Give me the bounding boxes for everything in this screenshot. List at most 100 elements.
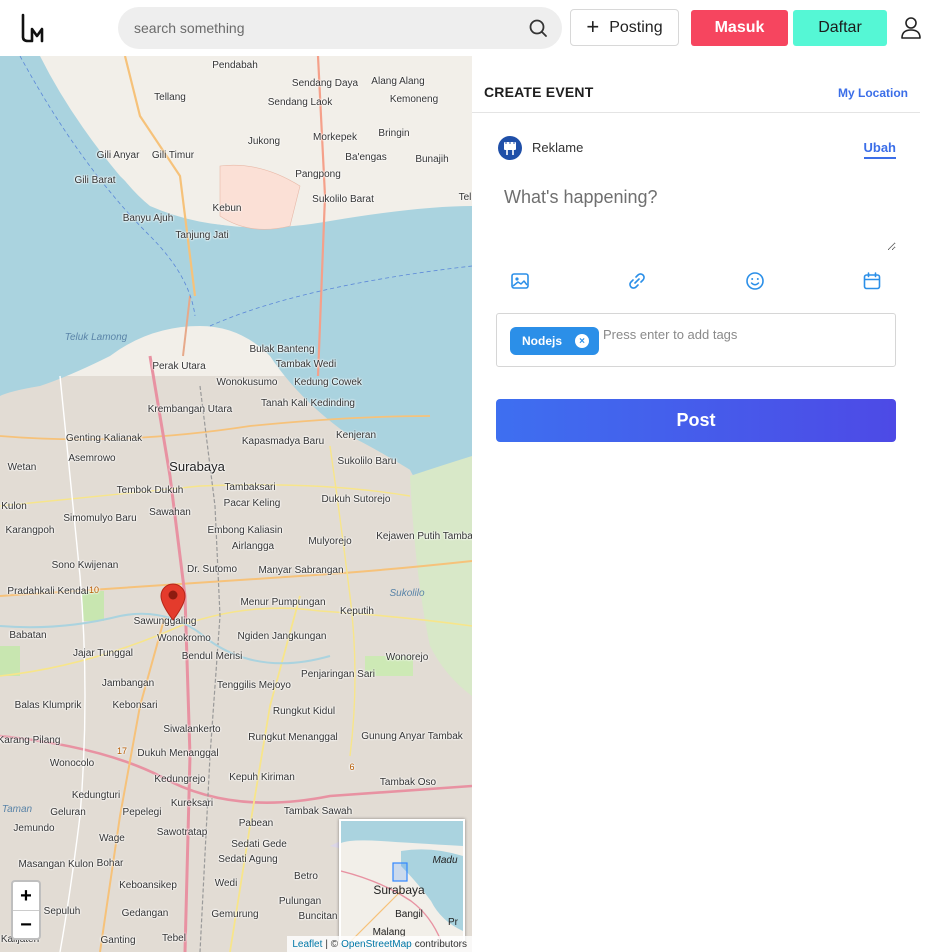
map-label: Tembok Dukuh <box>116 485 184 496</box>
map-label: Sono Kwijenan <box>51 560 119 571</box>
map-label: Sendang Laok <box>267 97 333 108</box>
map-label: Pacar Keling <box>223 498 281 509</box>
map-label: Sepuluh <box>43 906 81 917</box>
map-label: Mulyorejo <box>308 536 352 547</box>
map-label: Gemurung <box>211 909 259 920</box>
map-label: Tambaksari <box>224 482 276 493</box>
map-label: Kenjeran <box>335 430 377 441</box>
remove-tag-icon[interactable]: × <box>575 334 589 348</box>
map-label: Sukolilo Barat <box>312 194 374 205</box>
map-label: 17 <box>116 746 128 756</box>
map-label: Pabean <box>238 818 274 829</box>
map-label: Bendul Merisi <box>181 651 243 662</box>
map-label: Dukuh Sutorejo <box>321 494 391 505</box>
minimap-label: Bangil <box>395 909 423 920</box>
login-button[interactable]: Masuk <box>691 10 788 46</box>
map-label: Gedangan <box>121 908 169 919</box>
map-label: Rungkut Menanggal <box>248 732 338 743</box>
map-label: Sawahan <box>149 507 191 518</box>
minimap-label: Surabaya <box>373 883 425 897</box>
osm-link[interactable]: OpenStreetMap <box>341 939 412 950</box>
map-view[interactable]: Pendabah Sendang Daya Alang Alang Tellan… <box>0 56 472 952</box>
map-label: Sukolilo <box>389 588 425 599</box>
map-label: Penjaringan Sari <box>301 669 375 680</box>
top-bar: + Posting Masuk Daftar <box>0 0 927 57</box>
map-label: Babatan <box>9 630 47 641</box>
billboard-icon <box>498 136 522 160</box>
search-icon[interactable] <box>528 18 548 38</box>
zoom-in-button[interactable]: + <box>13 882 39 911</box>
map-label: Kejawen Putih Tambak <box>376 531 472 542</box>
map-label: Kebun <box>212 203 242 214</box>
map-label: Kemoneng <box>389 94 439 105</box>
change-category-link[interactable]: Ubah <box>863 140 896 159</box>
event-text-input[interactable] <box>496 181 896 251</box>
map-label: Tellang <box>154 92 186 103</box>
attribution-contributors: contributors <box>414 938 467 950</box>
zoom-out-button[interactable]: − <box>13 911 39 939</box>
map-label: Keputih <box>340 606 374 617</box>
map-label: Alang Alang <box>371 76 425 87</box>
tag-label: Nodejs <box>522 334 563 348</box>
map-label: Wedi <box>214 878 238 889</box>
create-event-panel: CREATE EVENT My Location Reklame Ubah Wh… <box>472 56 927 952</box>
posting-label: Posting <box>609 18 663 36</box>
register-button[interactable]: Daftar <box>793 10 887 46</box>
map-label: Jukong <box>247 136 281 147</box>
search-input[interactable] <box>134 7 514 49</box>
map-label: Sendang Daya <box>291 78 359 89</box>
minimap-tiles <box>341 821 463 941</box>
map-label: Sukolilo Baru <box>337 456 397 467</box>
leaflet-link[interactable]: Leaflet <box>292 939 322 950</box>
minimap-label: Madu <box>432 855 458 866</box>
map-label: Pepelegi <box>122 807 162 818</box>
map-label: Keboansikep <box>119 880 177 891</box>
map-label: Teluk Lamong <box>64 332 128 343</box>
tag-input[interactable] <box>603 324 883 344</box>
panel-title: CREATE EVENT <box>484 84 594 100</box>
map-label: Manyar Sabrangan <box>258 565 344 576</box>
posting-button[interactable]: + Posting <box>570 9 679 46</box>
location-marker-icon[interactable] <box>160 583 186 621</box>
map-label: Gili Timur <box>151 150 195 161</box>
link-icon[interactable] <box>627 271 647 291</box>
map-attribution: Leaflet | © OpenStreetMap contributors <box>287 936 472 952</box>
emoji-icon[interactable] <box>745 271 765 291</box>
map-label: Krembangan Utara <box>147 404 233 415</box>
map-label: Kedungrejo <box>154 774 206 785</box>
minimap[interactable]: Madu Surabaya Bangil Malang Pr <box>339 819 465 943</box>
map-label: Tanah Kali Kedinding <box>261 398 355 409</box>
map-label: Wonocolo <box>49 758 95 769</box>
map-label: Sedati Gede <box>231 839 287 850</box>
user-icon[interactable] <box>900 16 922 40</box>
map-label: Kureksari <box>170 798 214 809</box>
my-location-link[interactable]: My Location <box>838 86 908 100</box>
map-label: Banyu Ajuh <box>122 213 174 224</box>
map-label: Tenggilis Mejoyo <box>217 680 291 691</box>
map-label: Jemundo <box>13 823 55 834</box>
map-label: Airlangga <box>231 541 275 552</box>
map-label: Rungkut Kidul <box>272 706 336 717</box>
map-label: Siwalankerto <box>163 724 221 735</box>
category-label: Reklame <box>532 140 584 155</box>
map-label: Kepuh Kiriman <box>229 772 295 783</box>
map-label: Menur Pumpungan <box>240 597 326 608</box>
tag-input-box[interactable]: Nodejs × <box>496 313 896 367</box>
calendar-icon[interactable] <box>862 271 882 291</box>
map-label: Morkepek <box>313 132 357 143</box>
map-label: Jambangan <box>101 678 155 689</box>
map-label: Karangpoh <box>5 525 55 536</box>
map-label: Sawotratap <box>156 827 208 838</box>
map-label: Ngiden Jangkungan <box>237 631 327 642</box>
map-label: Simomulyo Baru <box>63 513 137 524</box>
map-label: Kapasmadya Baru <box>241 436 325 447</box>
map-label: Gili Anyar <box>96 150 140 161</box>
map-label: Kebonsari <box>112 700 158 711</box>
map-label: Betro <box>294 871 318 882</box>
map-label: Kulon <box>1 501 27 512</box>
post-button[interactable]: Post <box>496 399 896 442</box>
brand-logo-icon[interactable] <box>20 13 48 43</box>
map-label: Perak Utara <box>152 361 206 372</box>
image-icon[interactable] <box>510 271 530 291</box>
map-label: Gili Barat <box>74 175 116 186</box>
